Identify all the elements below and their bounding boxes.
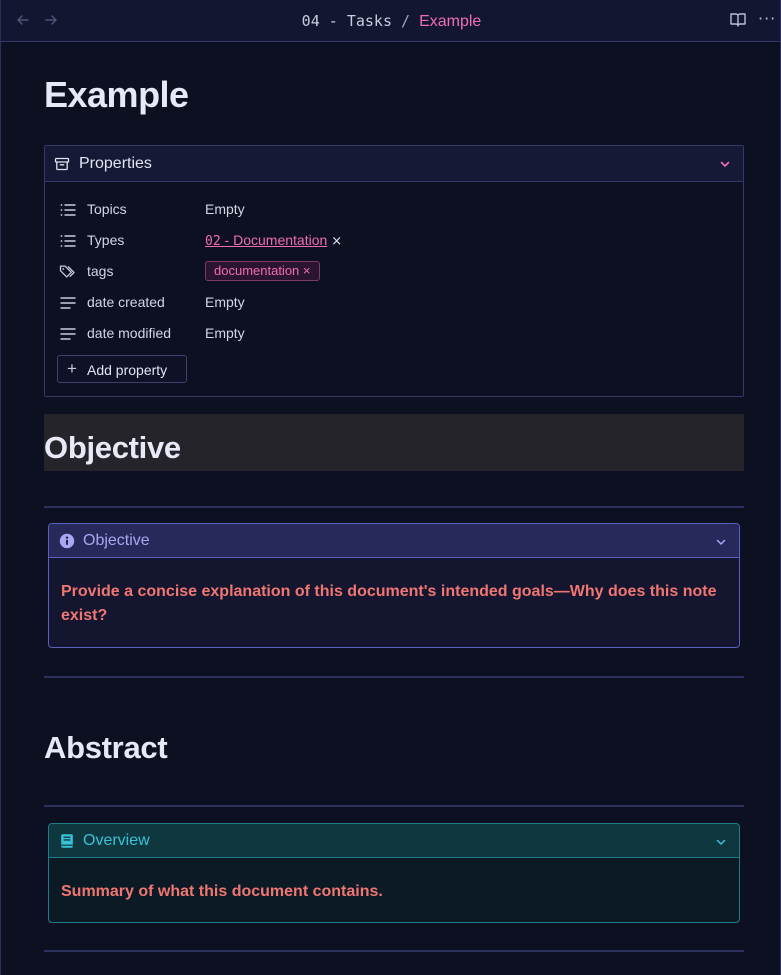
internal-link[interactable]: 02 - Documentation <box>205 232 328 249</box>
properties-panel: Properties Topics Empty Types 02 - Docum… <box>44 145 744 397</box>
property-value[interactable]: Empty <box>205 294 245 310</box>
divider <box>44 950 744 952</box>
book-open-icon[interactable] <box>729 11 747 29</box>
page-title[interactable]: Example <box>44 74 189 116</box>
text-icon[interactable] <box>59 326 77 342</box>
list-icon[interactable] <box>59 202 77 218</box>
divider <box>44 676 744 678</box>
property-row-types: Types 02 - Documentation × <box>59 229 739 253</box>
callout-header[interactable]: Objective <box>49 524 739 558</box>
callout-body[interactable]: Provide a concise explanation of this do… <box>49 558 739 628</box>
archive-icon <box>54 156 70 172</box>
property-row-date-created: date created Empty <box>59 291 739 315</box>
callout-objective: Objective Provide a concise explanation … <box>48 523 740 648</box>
breadcrumb-separator: / <box>391 12 420 30</box>
property-key[interactable]: Topics <box>87 201 127 217</box>
property-key[interactable]: date created <box>87 294 165 310</box>
list-icon[interactable] <box>59 233 77 249</box>
more-horizontal-icon[interactable]: ··· <box>758 11 776 29</box>
chevron-down-icon[interactable] <box>715 835 727 847</box>
callout-title: Overview <box>83 832 150 849</box>
link-prefix: 02 <box>205 234 221 249</box>
breadcrumb: 04 - Tasks / Example <box>1 12 781 31</box>
properties-header[interactable]: Properties <box>45 146 743 182</box>
heading-abstract[interactable]: Abstract <box>44 730 168 766</box>
property-key[interactable]: tags <box>87 263 113 279</box>
callout-header[interactable]: Overview <box>49 824 739 858</box>
property-value[interactable]: Empty <box>205 325 245 341</box>
callout-body[interactable]: Summary of what this document contains. <box>49 858 739 904</box>
add-property-label: Add property <box>87 362 168 378</box>
properties-title: Properties <box>79 155 152 172</box>
link-label: - Documentation <box>220 232 328 248</box>
remove-value-button[interactable]: × <box>331 234 342 249</box>
divider <box>44 506 744 508</box>
tag-pill[interactable]: documentation × <box>205 261 320 281</box>
breadcrumb-current[interactable]: Example <box>419 13 481 30</box>
divider <box>44 805 744 807</box>
view-header: 04 - Tasks / Example ··· <box>0 0 781 42</box>
property-row-tags: tags documentation × <box>59 260 739 284</box>
plus-icon: + <box>67 359 77 378</box>
property-row-date-modified: date modified Empty <box>59 322 739 346</box>
property-value[interactable]: Empty <box>205 201 245 217</box>
property-row-topics: Topics Empty <box>59 198 739 222</box>
property-key[interactable]: Types <box>87 232 124 248</box>
add-property-button[interactable]: + Add property <box>57 355 187 383</box>
property-value: 02 - Documentation × <box>205 232 342 249</box>
book-icon <box>59 833 75 849</box>
info-icon <box>59 533 75 549</box>
callout-overview: Overview Summary of what this document c… <box>48 823 740 923</box>
breadcrumb-parent[interactable]: 04 - Tasks <box>302 12 392 30</box>
text-icon[interactable] <box>59 295 77 311</box>
tags-icon[interactable] <box>59 264 77 280</box>
chevron-down-icon[interactable] <box>719 157 731 169</box>
chevron-down-icon[interactable] <box>715 535 727 547</box>
tag-label: documentation <box>214 263 300 278</box>
remove-tag-button[interactable]: × <box>303 263 311 278</box>
heading-objective[interactable]: Objective <box>44 430 181 466</box>
callout-title: Objective <box>83 532 150 549</box>
property-key[interactable]: date modified <box>87 325 171 341</box>
